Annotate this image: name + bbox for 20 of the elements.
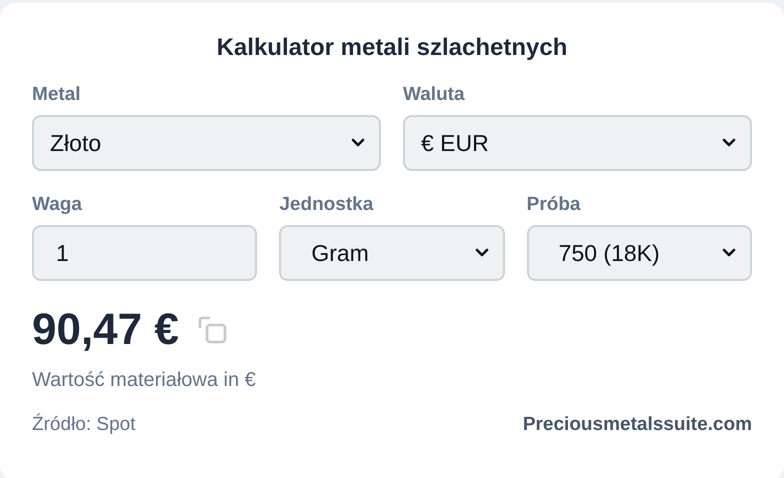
- dropdown[interactable]: 750 (18K): [526, 225, 752, 281]
- chevron-down-icon: [351, 138, 365, 148]
- field-label: Próba: [526, 193, 582, 217]
- dropdown[interactable]: Złoto: [32, 115, 381, 171]
- calculator-title: Kalkulator metali szlachetnych: [216, 33, 568, 63]
- result-value: 90,47 €: [32, 304, 179, 356]
- source-text: Źródło: Spot: [32, 413, 136, 437]
- field-label: Jednostka: [279, 193, 374, 217]
- field-label: Waluta: [403, 83, 466, 107]
- dropdown[interactable]: € EUR: [403, 115, 752, 171]
- weight-input[interactable]: 1: [32, 225, 258, 281]
- website-link[interactable]: Preciousmetalssuite.com: [522, 413, 752, 437]
- chevron-down-icon: [722, 138, 736, 148]
- field-label: Metal: [32, 83, 82, 107]
- chevron-down-icon: [474, 248, 489, 258]
- chevron-down-icon: [722, 248, 736, 258]
- dropdown[interactable]: Gram: [279, 225, 505, 281]
- field-label: Waga: [32, 193, 83, 217]
- result-description: Wartość materiałowa in €: [32, 368, 257, 393]
- copy-icon[interactable]: [196, 314, 229, 346]
